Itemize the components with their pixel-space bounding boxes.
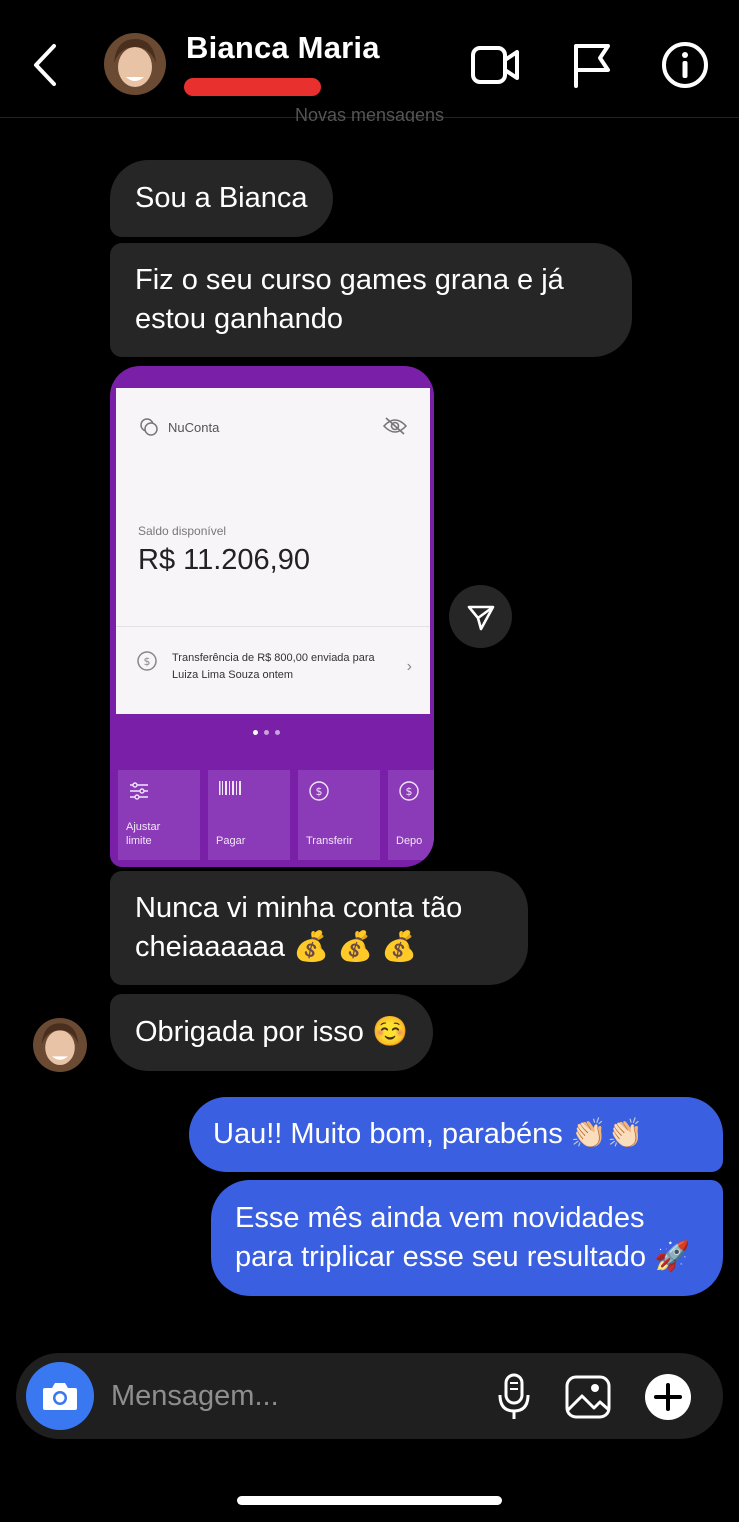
account-label: NuConta: [168, 419, 220, 435]
bank-balance-card: NuConta Saldo disponível R$ 11.206,90 $ …: [116, 388, 430, 714]
tile-depositar: $ Depo: [388, 770, 434, 860]
flag-icon: [574, 44, 610, 88]
camera-icon: [43, 1383, 77, 1410]
tile-ajustar-limite: Ajustar limite: [118, 770, 200, 860]
chevron-right-icon: ›: [406, 658, 412, 675]
tile-label: Transferir: [306, 835, 353, 847]
message-bubble[interactable]: Obrigada por isso ☺️: [110, 994, 434, 1071]
balance-label: Saldo disponível: [138, 524, 227, 538]
svg-text:$: $: [406, 785, 413, 798]
message-bubble[interactable]: Fiz o seu curso games grana e já estou g…: [110, 243, 632, 357]
more-options-button[interactable]: [642, 1371, 694, 1423]
camera-button[interactable]: [26, 1362, 94, 1430]
message-input[interactable]: [111, 1375, 471, 1417]
chevron-left-icon: [34, 44, 56, 86]
svg-text:$: $: [144, 655, 151, 668]
message-composer: [16, 1353, 723, 1439]
shared-image-message[interactable]: NuConta Saldo disponível R$ 11.206,90 $ …: [110, 366, 434, 867]
message-bubble[interactable]: Sou a Bianca: [110, 160, 333, 237]
sliders-icon: [130, 782, 148, 800]
contact-avatar-small[interactable]: [33, 1018, 87, 1072]
transfer-icon: $: [137, 651, 157, 671]
barcode-icon: [219, 781, 241, 795]
info-button[interactable]: [660, 40, 710, 90]
chat-header: Bianca Maria: [0, 0, 739, 118]
microphone-icon: [498, 1373, 530, 1419]
divider: [116, 626, 430, 627]
gallery-button[interactable]: [562, 1371, 614, 1423]
report-button[interactable]: [568, 40, 618, 90]
tile-label: Ajustar limite: [126, 821, 161, 847]
contact-name[interactable]: Bianca Maria: [186, 30, 380, 66]
home-indicator[interactable]: [237, 1496, 502, 1505]
video-camera-icon: [471, 46, 519, 84]
action-tiles: Ajustar limite Pagar $ Transferir $ Depo: [118, 770, 434, 860]
eye-off-icon: [382, 417, 408, 435]
transfer-text: Transferência de R$ 800,00 enviada para …: [172, 652, 375, 681]
carousel-dots: [253, 730, 280, 735]
info-icon: [662, 42, 708, 88]
svg-text:$: $: [316, 785, 323, 798]
money-transfer-icon: $: [309, 781, 329, 801]
gallery-icon: [565, 1375, 611, 1419]
tile-pagar: Pagar: [208, 770, 290, 860]
coins-icon: [140, 418, 158, 436]
video-call-button[interactable]: [470, 40, 520, 90]
tile-label: Pagar: [216, 835, 246, 847]
share-button[interactable]: [449, 585, 512, 648]
balance-value: R$ 11.206,90: [138, 544, 310, 576]
tile-transferir: $ Transferir: [298, 770, 380, 860]
message-bubble[interactable]: Nunca vi minha conta tão cheiaaaaaa 💰 💰 …: [110, 871, 528, 985]
tile-label: Depo: [396, 835, 423, 847]
contact-avatar[interactable]: [104, 33, 166, 95]
deposit-icon: $: [399, 781, 419, 801]
plus-icon: [645, 1374, 691, 1420]
redaction-mark: [184, 78, 321, 96]
back-button[interactable]: [28, 40, 68, 90]
my-message-bubble[interactable]: Uau!! Muito bom, parabéns 👏🏻👏🏻: [189, 1097, 723, 1172]
voice-message-button[interactable]: [488, 1371, 540, 1423]
paper-plane-icon: [467, 605, 494, 630]
new-messages-divider: Novas mensagens: [294, 108, 445, 122]
my-message-bubble[interactable]: Esse mês ainda vem novidades para tripli…: [211, 1180, 723, 1296]
